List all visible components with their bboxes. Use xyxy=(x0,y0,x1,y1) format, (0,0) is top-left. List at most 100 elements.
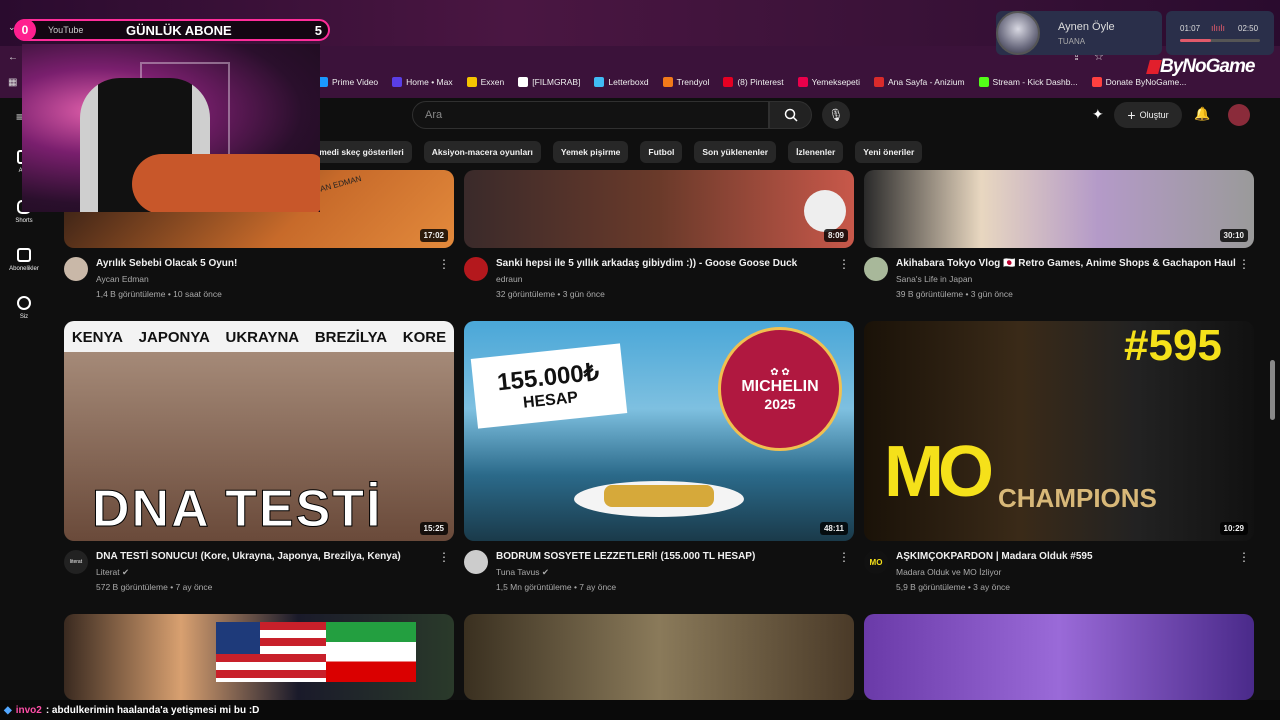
bookmark-item[interactable]: Home • Max xyxy=(392,77,453,87)
video-stats: 5,9 B görüntüleme • 3 ay önce xyxy=(896,582,1011,592)
video-thumbnail[interactable] xyxy=(64,614,454,700)
video-card[interactable]: 155.000₺ HESAP ✿ ✿ MICHELIN 2025 48:11 B… xyxy=(464,321,854,600)
video-title[interactable]: BODRUM SOSYETE LEZZETLERİ! (155.000 TL H… xyxy=(496,551,755,562)
channel-avatar[interactable] xyxy=(464,550,488,574)
bookmark-icon xyxy=(1091,77,1102,87)
sidebar-item-you[interactable]: Siz xyxy=(0,296,48,320)
chat-platform-icon: ◆ xyxy=(4,704,12,716)
bookmark-icon xyxy=(518,77,529,87)
mo-logo: MO xyxy=(884,432,994,512)
us-flag-icon xyxy=(216,622,326,682)
video-title[interactable]: Ayrılık Sebebi Olacak 5 Oyun! xyxy=(96,258,237,269)
user-icon xyxy=(17,296,31,310)
more-options-icon[interactable]: ⋮ xyxy=(438,257,450,271)
bookmarks-bar: Prime Video Home • Max Exxen [FILMGRAB] Lett… xyxy=(318,77,1186,87)
channel-name[interactable]: Aycan Edman xyxy=(96,274,149,284)
search-input[interactable]: Ara xyxy=(412,101,769,129)
bookmark-item[interactable]: (8) Pinterest xyxy=(723,77,784,87)
video-title[interactable]: Akihabara Tokyo Vlog 🇯🇵 Retro Games, Ani… xyxy=(896,258,1236,269)
duck-icon xyxy=(804,190,846,232)
video-card[interactable]: #595 MO CHAMPIONS 10:29 MO AŞKIMÇOKPARDO… xyxy=(864,321,1254,600)
video-duration: 17:02 xyxy=(419,229,448,242)
video-thumbnail[interactable] xyxy=(464,614,854,700)
channel-avatar[interactable] xyxy=(464,257,488,281)
category-chip[interactable]: Futbol xyxy=(640,141,683,163)
bookmark-item[interactable]: Trendyol xyxy=(662,77,709,87)
video-thumbnail[interactable]: 30:10 xyxy=(864,170,1254,248)
create-button[interactable]: + Oluştur xyxy=(1114,102,1182,128)
avatar[interactable] xyxy=(1228,104,1250,126)
channel-avatar[interactable]: MO xyxy=(864,550,888,574)
bookmark-item[interactable]: Donate ByNoGame... xyxy=(1091,77,1186,87)
video-card[interactable]: KENYA JAPONYA UKRAYNA BREZİLYA KORE DNA TEST… xyxy=(64,321,454,600)
chat-message-bar: ◆ invo2 : abdulkerimin haalanda'a yetişm… xyxy=(0,700,1280,720)
video-card[interactable]: 8:09 Sanki hepsi ile 5 yıllık arkadaş gi… xyxy=(464,170,854,307)
search-icon xyxy=(784,108,798,122)
category-chip[interactable]: Aksiyon-macera oyunları xyxy=(423,141,541,163)
bookmark-item[interactable]: Exxen xyxy=(466,77,504,87)
video-thumbnail[interactable]: #595 MO CHAMPIONS 10:29 xyxy=(864,321,1254,541)
video-stats: 1,5 Mn görüntüleme • 7 ay önce xyxy=(496,582,617,592)
verified-icon: ✔ xyxy=(541,567,549,577)
category-chip[interactable]: Yeni öneriler xyxy=(855,141,923,163)
cast-icon[interactable]: ✦ xyxy=(1092,106,1104,123)
category-chips: omedi skeç gösterileri Aksiyon-macera oyu… xyxy=(306,141,923,163)
channel-avatar[interactable] xyxy=(64,257,88,281)
video-stats: 1,4 B görüntüleme • 10 saat önce xyxy=(96,289,222,299)
playback-progress-widget: 01:07 ılıılı 02:50 xyxy=(1166,11,1274,55)
bookmark-item[interactable]: Ana Sayfa - Anizium xyxy=(874,77,965,87)
video-duration: 48:11 xyxy=(819,522,848,535)
video-title[interactable]: Sanki hepsi ile 5 yıllık arkadaş gibiydi… xyxy=(496,258,797,269)
category-chip[interactable]: Yemek pişirme xyxy=(552,141,629,163)
bookmark-item[interactable]: Stream - Kick Dashb... xyxy=(978,77,1078,87)
category-chip[interactable]: Son yüklenenler xyxy=(694,141,777,163)
chevron-down-icon[interactable]: ⌄ xyxy=(8,22,16,33)
champions-banner: CHAMPIONS xyxy=(998,483,1157,513)
video-thumbnail[interactable]: 8:09 xyxy=(464,170,854,248)
channel-name[interactable]: Madara Olduk ve MO İzliyor xyxy=(896,567,1001,577)
sidebar-item-subscriptions[interactable]: Abonelikler xyxy=(0,248,48,272)
voice-search-button[interactable]: 🎙 xyxy=(822,101,850,129)
bookmark-icon xyxy=(594,77,605,87)
channel-avatar[interactable] xyxy=(864,257,888,281)
channel-avatar[interactable]: literat xyxy=(64,550,88,574)
bookmark-item[interactable]: Letterboxd xyxy=(594,77,649,87)
category-chip[interactable]: İzlenenler xyxy=(788,141,844,163)
equalizer-icon: ılıılı xyxy=(1211,23,1226,33)
category-chip[interactable]: omedi skeç gösterileri xyxy=(306,141,412,163)
more-options-icon[interactable]: ⋮ xyxy=(838,550,850,564)
chat-username: invo2 xyxy=(15,704,42,716)
bookmark-item[interactable]: Prime Video xyxy=(318,77,378,87)
bookmark-item[interactable]: [FILMGRAB] xyxy=(518,77,580,87)
verified-icon: ✔ xyxy=(122,567,130,577)
scrollbar[interactable] xyxy=(1270,360,1275,420)
more-options-icon[interactable]: ⋮ xyxy=(438,550,450,564)
channel-name[interactable]: Literat ✔ xyxy=(96,567,129,578)
video-card[interactable]: 30:10 Akihabara Tokyo Vlog 🇯🇵 Retro Game… xyxy=(864,170,1254,307)
apps-grid-icon[interactable]: ▦ xyxy=(8,77,17,88)
more-options-icon[interactable]: ⋮ xyxy=(1238,257,1250,271)
thumbnail-text: CAN EDMAN xyxy=(313,173,363,196)
golden-steak xyxy=(604,485,714,507)
video-thumbnail[interactable]: KENYA JAPONYA UKRAYNA BREZİLYA KORE DNA TEST… xyxy=(64,321,454,541)
now-playing-widget: Aynen Öyle TUANA xyxy=(996,11,1162,55)
create-label: Oluştur xyxy=(1139,110,1169,120)
video-title[interactable]: AŞKIMÇOKPARDON | Madara Olduk #595 xyxy=(896,551,1093,562)
channel-name[interactable]: Tuna Tavus ✔ xyxy=(496,567,549,578)
bookmark-icon xyxy=(662,77,673,87)
flower-icon: ✿ ✿ xyxy=(770,366,790,378)
video-thumbnail[interactable] xyxy=(864,614,1254,700)
iran-flag-icon xyxy=(326,622,416,682)
back-arrow-icon[interactable]: ← xyxy=(8,52,18,63)
search-button[interactable] xyxy=(769,101,812,129)
bookmark-item[interactable]: Yemeksepeti xyxy=(797,77,860,87)
channel-name[interactable]: edraun xyxy=(496,274,522,284)
video-thumbnail[interactable]: 155.000₺ HESAP ✿ ✿ MICHELIN 2025 48:11 xyxy=(464,321,854,541)
plus-icon: + xyxy=(1127,107,1136,123)
bookmark-icon xyxy=(392,77,403,87)
video-title[interactable]: DNA TESTİ SONUCU! (Kore, Ukrayna, Japony… xyxy=(96,551,401,562)
more-options-icon[interactable]: ⋮ xyxy=(1238,550,1250,564)
bell-icon[interactable]: 🔔 xyxy=(1194,106,1210,122)
more-options-icon[interactable]: ⋮ xyxy=(838,257,850,271)
channel-name[interactable]: Sana's Life in Japan xyxy=(896,274,972,284)
